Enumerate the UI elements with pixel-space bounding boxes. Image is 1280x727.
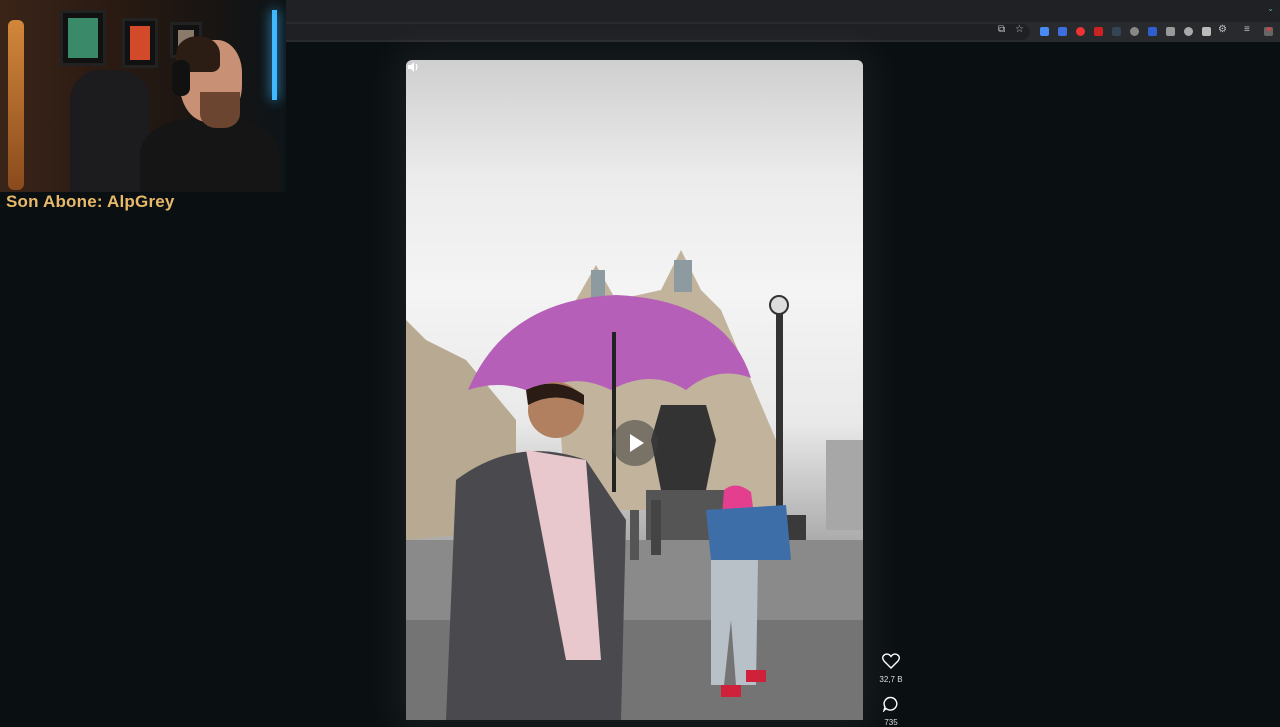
dome-2 xyxy=(674,260,692,292)
last-subscriber-label: Son Abone: AlpGrey xyxy=(6,192,175,211)
comment-action[interactable]: 735 xyxy=(876,696,906,727)
pedestrian-1 xyxy=(651,500,661,555)
profile-avatar-icon[interactable]: ● xyxy=(1266,25,1272,35)
address-bar[interactable] xyxy=(286,24,1030,40)
like-action[interactable]: 32,7 B xyxy=(876,653,906,684)
extension-icon-1[interactable] xyxy=(1040,27,1049,36)
extension-icon-9[interactable] xyxy=(1184,27,1193,36)
comment-icon[interactable] xyxy=(882,696,900,713)
statue-fountain xyxy=(651,405,716,490)
extension-icon-4[interactable] xyxy=(1094,27,1103,36)
spacer-2 xyxy=(1250,27,1259,36)
play-button[interactable] xyxy=(612,420,658,466)
dome-1 xyxy=(591,270,605,300)
umbrella-shaft xyxy=(612,332,616,492)
like-count: 32,7 B xyxy=(879,675,903,684)
headset-icon xyxy=(172,60,190,96)
extension-icon-3[interactable] xyxy=(1076,27,1085,36)
speaker-icon[interactable] xyxy=(406,60,420,74)
building-right xyxy=(826,440,863,530)
lamp-head xyxy=(769,295,789,315)
streamer-beard xyxy=(200,92,240,128)
extension-icon-8[interactable] xyxy=(1166,27,1175,36)
extension-icon-10[interactable] xyxy=(1202,27,1211,36)
wall-picture-1 xyxy=(60,10,106,66)
extension-icon-6[interactable] xyxy=(1130,27,1139,36)
pedestrian-2 xyxy=(630,510,639,560)
woman-jacket xyxy=(706,505,791,560)
led-light xyxy=(272,10,277,100)
video-frame xyxy=(406,250,863,720)
tab-search-chevron-icon[interactable]: ⌄ xyxy=(1267,4,1274,13)
comment-count: 735 xyxy=(884,718,898,727)
bookmark-star-icon[interactable]: ☆ xyxy=(1015,25,1024,35)
video-player[interactable] xyxy=(406,60,863,720)
browser-toolbar: ⧉ ☆ ⚙ ≡ ● xyxy=(286,22,1280,42)
extensions-puzzle-icon[interactable]: ⚙ xyxy=(1218,25,1227,35)
guitar-image xyxy=(8,20,24,190)
gaming-chair xyxy=(70,70,150,192)
heart-icon[interactable] xyxy=(882,653,900,669)
extension-icon-2[interactable] xyxy=(1058,27,1067,36)
streamer-torso xyxy=(140,118,280,192)
install-app-icon[interactable]: ⧉ xyxy=(998,25,1005,35)
wall-picture-2 xyxy=(122,18,158,68)
woman-shoe-left xyxy=(721,685,741,697)
extension-icon-5[interactable] xyxy=(1112,27,1121,36)
woman-shoe-right xyxy=(746,670,766,682)
play-icon xyxy=(630,434,644,452)
extension-icon-7[interactable] xyxy=(1148,27,1157,36)
webcam-overlay xyxy=(0,0,286,192)
